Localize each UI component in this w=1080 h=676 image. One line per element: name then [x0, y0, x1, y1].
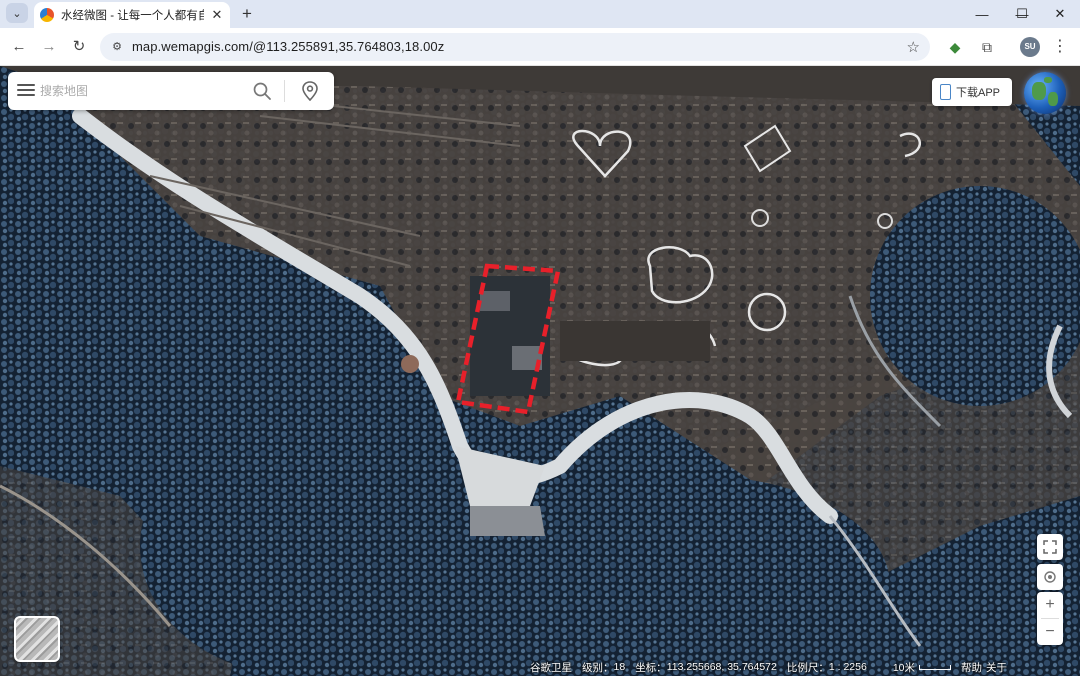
zoom-level-label: 级别：	[582, 661, 614, 674]
back-arrow-icon[interactable]: ←	[8, 36, 30, 58]
zoom-in-button[interactable]: +	[1037, 592, 1063, 618]
browser-menu-icon[interactable]: ⋮	[1052, 36, 1068, 58]
site-favicon-icon	[40, 8, 54, 22]
imagery-source[interactable]: 谷歌卫星	[530, 660, 572, 675]
phone-icon	[940, 84, 951, 100]
close-window-button[interactable]: ✕	[1040, 0, 1080, 28]
help-link[interactable]: 帮助	[961, 660, 982, 675]
site-info-icon[interactable]: ⚙	[109, 39, 125, 55]
locate-control[interactable]	[1037, 564, 1063, 590]
zoom-control: + −	[1037, 592, 1063, 645]
extension-globe-icon[interactable]: ◆	[944, 36, 966, 58]
fullscreen-control[interactable]	[1037, 534, 1063, 560]
zoom-out-button[interactable]: −	[1037, 619, 1063, 645]
map-viewport[interactable]: 下载APP + − 谷歌卫星 级别： 18 坐标： 113.255668, 35…	[0, 66, 1080, 676]
zoom-level-value: 18	[613, 661, 626, 673]
layer-switcher-thumbnail[interactable]	[14, 616, 60, 662]
map-search-input[interactable]	[40, 82, 240, 100]
search-icon[interactable]	[252, 81, 272, 101]
search-divider	[284, 80, 285, 102]
download-app-button[interactable]: 下载APP	[932, 78, 1012, 106]
satellite-imagery[interactable]	[0, 66, 1080, 676]
reload-icon[interactable]: ↻	[68, 36, 90, 58]
address-bar[interactable]: ⚙ map.wemapgis.com/@113.255891,35.764803…	[100, 33, 930, 61]
scale-label: 比例尺：	[786, 661, 829, 674]
tab-active[interactable]: 水经微图 - 让每一个人都有自己 ✕	[34, 2, 230, 28]
minimize-button-alt[interactable]: —	[962, 0, 1002, 28]
profile-avatar[interactable]: SU	[1020, 37, 1040, 57]
tab-title: 水经微图 - 让每一个人都有自己	[61, 10, 204, 22]
bookmark-star-icon[interactable]: ☆	[907, 38, 920, 56]
map-status-bar: 谷歌卫星 级别： 18 坐标： 113.255668, 35.764572 比例…	[530, 658, 1080, 676]
new-tab-button[interactable]: +	[236, 3, 258, 25]
tab-search-chevron-icon[interactable]: ⌄	[6, 3, 28, 23]
download-app-label: 下载APP	[956, 87, 1001, 99]
location-pin-icon[interactable]	[300, 80, 320, 102]
coordinate-label: 坐标：	[635, 661, 667, 674]
url-text[interactable]: map.wemapgis.com/@113.255891,35.764803,1…	[132, 39, 444, 54]
scale-ratio: 1 : 2256	[828, 661, 867, 673]
browser-tab-bar: ⌄ 水经微图 - 让每一个人都有自己 ✕ + —	[0, 0, 1080, 28]
coordinate-value: 113.255668, 35.764572	[666, 661, 777, 673]
globe-view-icon[interactable]	[1024, 72, 1066, 114]
browser-toolbar: ← → ↻ ⚙ map.wemapgis.com/@113.255891,35.…	[0, 28, 1080, 66]
locate-me-icon[interactable]	[1037, 564, 1063, 590]
hamburger-menu-icon[interactable]	[17, 81, 35, 99]
extensions-puzzle-icon[interactable]: ⧉	[976, 36, 998, 58]
scale-bar	[919, 664, 951, 670]
fullscreen-icon[interactable]	[1037, 534, 1063, 560]
map-search-box	[8, 72, 334, 110]
scale-bar-label: 10米	[892, 661, 915, 674]
forward-arrow-icon[interactable]: →	[38, 36, 60, 58]
maximize-button[interactable]: ☐	[1002, 0, 1042, 28]
about-link[interactable]: 关于	[986, 660, 1007, 675]
tab-close-icon[interactable]: ✕	[210, 7, 224, 23]
